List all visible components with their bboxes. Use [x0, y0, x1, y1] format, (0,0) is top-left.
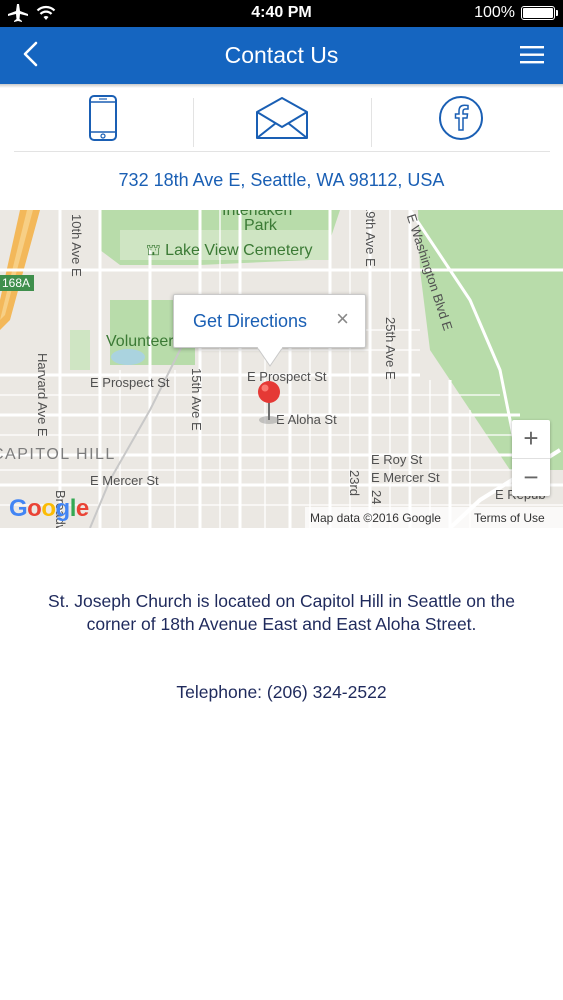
call-button[interactable] — [14, 90, 193, 151]
directions-popup: Get Directions × — [173, 294, 366, 348]
popup-tail — [257, 347, 283, 367]
map-label-prospect-west: E Prospect St — [90, 375, 170, 390]
email-icon — [254, 96, 310, 145]
facebook-icon — [438, 95, 484, 146]
status-right: 100% — [474, 4, 558, 22]
map-label-cemetery-text: Lake View Cemetery — [165, 242, 313, 259]
google-logo-letter: g — [55, 495, 71, 522]
google-logo-letter: G — [9, 495, 28, 522]
cemetery-marker-icon: ⛫ — [146, 242, 161, 259]
map-label-roy: E Roy St — [371, 452, 423, 467]
map-label-cemetery: ⛫ Lake View Cemetery — [146, 241, 313, 261]
map-label-aloha: E Aloha St — [276, 412, 337, 427]
status-bar: 4:40 PM 100% — [0, 0, 563, 27]
map-label-route: 168A — [2, 276, 31, 290]
map-label-19th-ave: 19th Ave E — [363, 210, 378, 267]
map-label-capitol-hill: CAPITOL HILL — [0, 446, 116, 463]
battery-percent: 100% — [474, 4, 515, 21]
map-view[interactable]: Interlaken Park ⛫ Lake View Cemetery Vol… — [0, 210, 563, 528]
page-title: Contact Us — [224, 42, 339, 68]
map-label-15th-ave: 15th Ave E — [189, 368, 204, 431]
zoom-in-button[interactable]: + — [512, 420, 550, 458]
google-logo-letter: o — [41, 495, 56, 522]
zoom-controls: + − — [512, 420, 550, 496]
get-directions-link[interactable]: Get Directions — [193, 311, 307, 332]
phone-icon — [88, 95, 118, 146]
address-link[interactable]: 732 18th Ave E, Seattle, WA 98112, USA — [0, 170, 563, 191]
telephone-link[interactable]: Telephone: (206) 324-2522 — [0, 682, 563, 703]
zoom-out-button[interactable]: − — [512, 458, 550, 496]
google-logo-letter: e — [75, 495, 89, 522]
email-button[interactable] — [192, 90, 372, 151]
map-attribution: Map data ©2016 Google — [310, 511, 441, 525]
location-pin-icon[interactable] — [256, 380, 284, 431]
map-label-harvard-ave: Harvard Ave E — [35, 353, 50, 437]
map-label-24th: 24 — [369, 490, 384, 505]
map-label-10th-ave: 10th Ave E — [69, 214, 84, 277]
nav-shadow — [0, 84, 563, 88]
battery-icon — [521, 6, 558, 20]
google-logo: Google — [9, 495, 89, 523]
map-label-mercer-west: E Mercer St — [90, 473, 159, 488]
map-label-25th-ave: 25th Ave E — [383, 317, 398, 380]
map-label-mercer-east: E Mercer St — [371, 470, 440, 485]
map-label-volunteer: Volunteer — [106, 333, 174, 350]
map-label-23rd: 23rd — [347, 470, 362, 497]
contact-actions-row — [14, 90, 550, 152]
map-label-park: Park — [244, 217, 277, 234]
nav-bar: Contact Us — [0, 27, 563, 84]
location-description: St. Joseph Church is located on Capitol … — [48, 591, 515, 634]
google-logo-letter: o — [27, 495, 42, 522]
close-icon[interactable]: × — [336, 306, 349, 332]
terms-of-use-link[interactable]: Terms of Use — [474, 511, 545, 525]
hamburger-menu-icon[interactable] — [517, 41, 547, 69]
facebook-button[interactable] — [371, 90, 550, 151]
